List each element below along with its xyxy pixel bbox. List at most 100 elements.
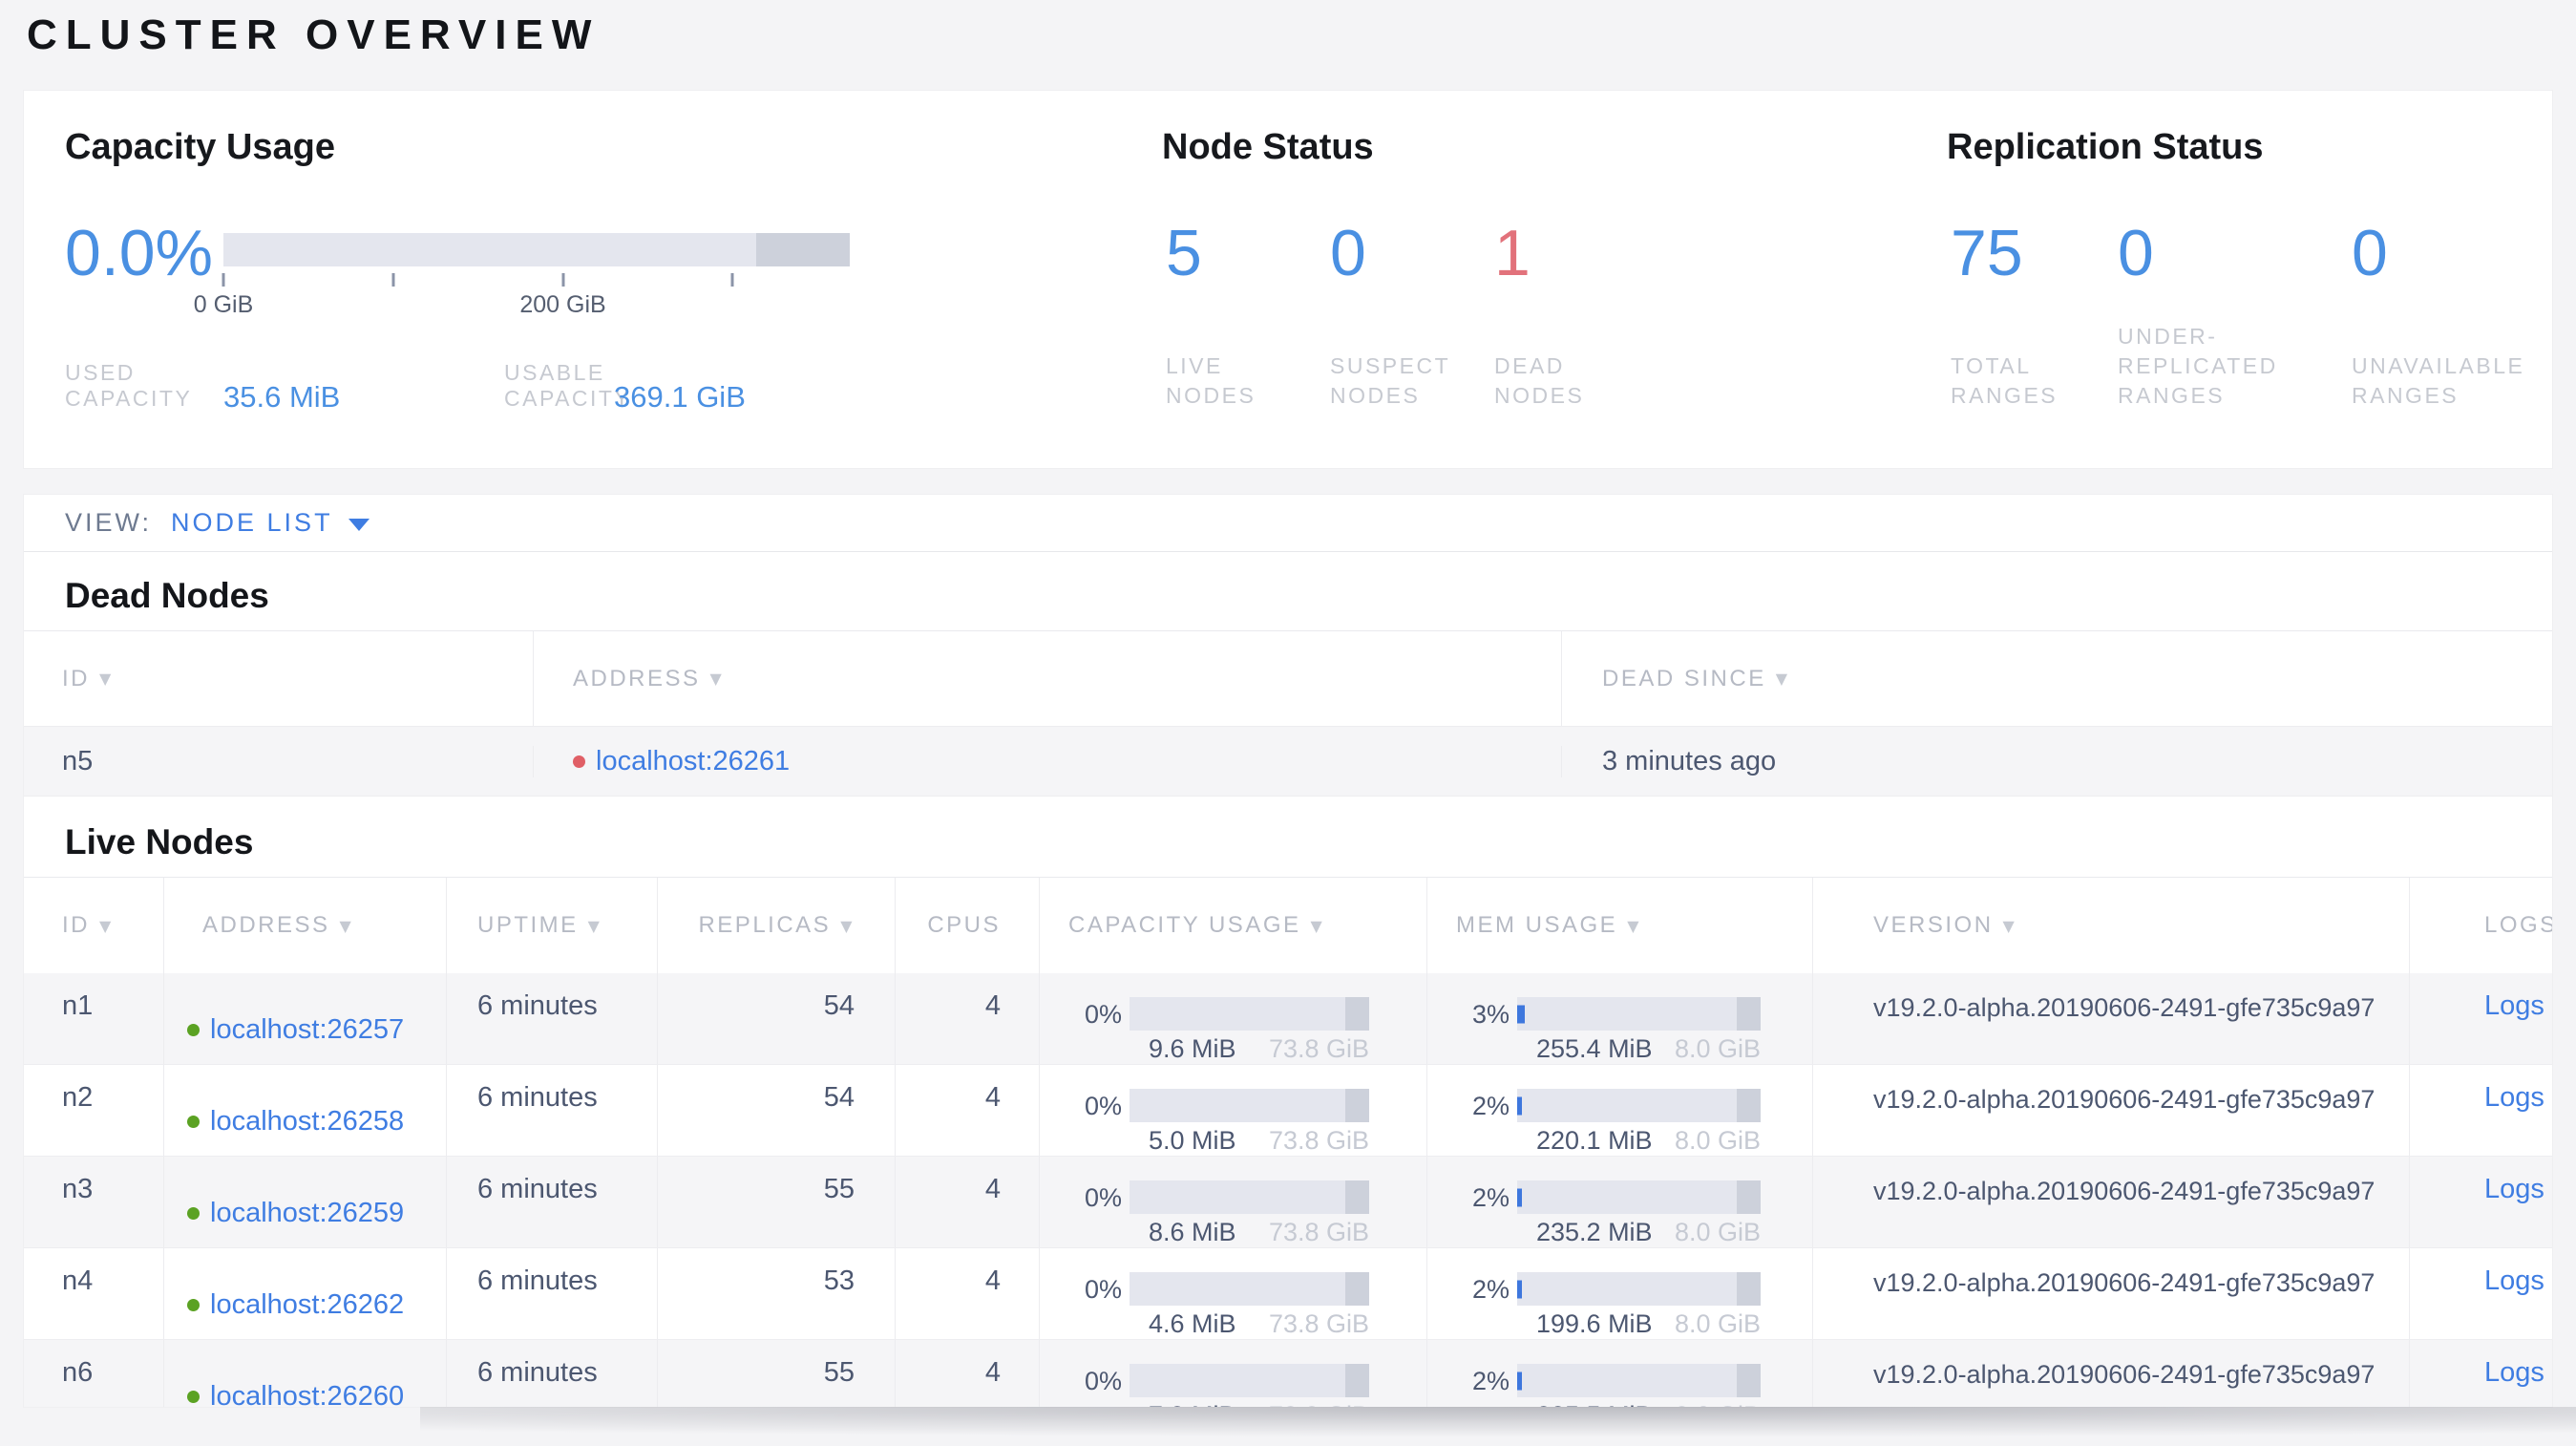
capacity-usage-title: Capacity Usage xyxy=(65,127,336,167)
node-cpus: 4 xyxy=(895,1157,1039,1247)
node-address-link[interactable]: localhost:26261 xyxy=(596,746,790,777)
node-uptime: 6 minutes xyxy=(446,1157,657,1247)
node-cpus: 4 xyxy=(895,1248,1039,1339)
capacity-percent: 0% xyxy=(1084,1091,1122,1120)
mem-percent: 3% xyxy=(1471,999,1510,1029)
capacity-used-value: 5.0 MiB xyxy=(1149,1126,1236,1155)
node-version: v19.2.0-alpha.20190606-2491-gfe735c9a97 xyxy=(1812,1340,2409,1407)
sort-arrow-icon: ▼ xyxy=(587,916,602,935)
node-address-link[interactable]: localhost:26259 xyxy=(210,1199,404,1227)
capacity-bar-other-segment xyxy=(1344,1272,1369,1306)
column-header-logs: LOGS xyxy=(2409,878,2552,973)
mem-percent: 2% xyxy=(1471,1366,1510,1395)
node-id: n2 xyxy=(62,1082,94,1113)
node-address-link[interactable]: localhost:26258 xyxy=(210,1107,404,1136)
view-dropdown[interactable]: NODE LIST xyxy=(171,508,333,538)
live-nodes-count: 5 xyxy=(1166,217,1202,289)
dead-nodes-table: ID ▼ ADDRESS ▼ DEAD SINCE ▼ n5 localhost:26… xyxy=(24,630,2552,797)
sort-arrow-icon: ▼ xyxy=(709,670,725,688)
dead-nodes-table-header: ID ▼ ADDRESS ▼ DEAD SINCE ▼ xyxy=(24,630,2552,726)
column-header-id[interactable]: ID ▼ xyxy=(24,878,163,973)
node-uptime: 6 minutes xyxy=(446,1065,657,1156)
node-id: n6 xyxy=(62,1357,94,1388)
logs-link[interactable]: Logs xyxy=(2484,1082,2544,1113)
table-row: n2 localhost:26258 6 minutes 54 4 0% 5.0… xyxy=(24,1065,2552,1157)
mem-used-value: 220.1 MiB xyxy=(1536,1126,1653,1155)
node-live-dot xyxy=(187,1115,200,1128)
column-header-dead-since[interactable]: DEAD SINCE ▼ xyxy=(1561,631,2552,726)
logs-cell: Logs xyxy=(2409,1157,2552,1247)
capacity-bar xyxy=(1130,1272,1369,1306)
node-address-cell: localhost:26259 xyxy=(163,1157,446,1247)
column-header-capacity-usage[interactable]: CAPACITY USAGE ▼ xyxy=(1039,878,1426,973)
column-header-mem-usage[interactable]: MEM USAGE ▼ xyxy=(1426,878,1812,973)
total-ranges-count: 75 xyxy=(1951,217,2023,289)
node-id: n4 xyxy=(62,1265,94,1296)
node-address-link[interactable]: localhost:26262 xyxy=(210,1290,404,1319)
node-id: n5 xyxy=(62,745,94,776)
chevron-down-icon[interactable] xyxy=(348,519,370,531)
node-id: n1 xyxy=(62,990,94,1021)
capacity-used-value: 7.8 MiB xyxy=(1149,1401,1236,1407)
mem-percent: 2% xyxy=(1471,1274,1510,1304)
table-row: n3 localhost:26259 6 minutes 55 4 0% 8.6… xyxy=(24,1157,2552,1248)
node-replicas: 55 xyxy=(657,1340,895,1407)
unavailable-ranges-label: UNAVAILABLE RANGES xyxy=(2352,353,2525,408)
logs-link[interactable]: Logs xyxy=(2484,1265,2544,1296)
logs-link[interactable]: Logs xyxy=(2484,990,2544,1021)
mem-bar-other-segment xyxy=(1736,1089,1761,1122)
dead-since-value: 3 minutes ago xyxy=(1561,745,2552,777)
node-mem-usage-cell: 2% 220.1 MiB 8.0 GiB xyxy=(1426,1065,1812,1156)
capacity-bar-other-segment xyxy=(1344,1364,1369,1397)
column-header-version[interactable]: VERSION ▼ xyxy=(1812,878,2409,973)
capacity-bar-other-segment xyxy=(1344,1089,1369,1122)
node-mem-usage-cell: 3% 255.4 MiB 8.0 GiB xyxy=(1426,973,1812,1064)
mem-bar-other-segment xyxy=(1736,1180,1761,1214)
capacity-used-value: 8.6 MiB xyxy=(1149,1218,1236,1246)
logs-cell: Logs xyxy=(2409,1340,2552,1407)
node-replicas: 53 xyxy=(657,1248,895,1339)
column-header-cpus: CPUS xyxy=(895,878,1039,973)
column-header-address[interactable]: ADDRESS ▼ xyxy=(163,878,446,973)
mem-bar xyxy=(1517,1364,1761,1397)
node-mem-usage-cell: 2% 225.5 MiB 8.0 GiB xyxy=(1426,1340,1812,1407)
table-row: n6 localhost:26260 6 minutes 55 4 0% 7.8… xyxy=(24,1340,2552,1407)
logs-link[interactable]: Logs xyxy=(2484,1174,2544,1204)
node-address-cell: localhost:26258 xyxy=(163,1065,446,1156)
column-header-replicas[interactable]: REPLICAS ▼ xyxy=(657,878,895,973)
dead-nodes-heading: Dead Nodes xyxy=(65,576,269,615)
usable-capacity-value: 369.1 GiB xyxy=(614,380,746,414)
capacity-total-value: 73.8 GiB xyxy=(1268,1126,1369,1155)
capacity-bar xyxy=(1130,1180,1369,1214)
node-version: v19.2.0-alpha.20190606-2491-gfe735c9a97 xyxy=(1812,1157,2409,1247)
mem-used-value: 199.6 MiB xyxy=(1536,1309,1653,1338)
suspect-nodes-count: 0 xyxy=(1330,217,1366,289)
node-address-link[interactable]: localhost:26257 xyxy=(210,1015,404,1044)
mem-bar xyxy=(1517,1089,1761,1122)
column-header-address[interactable]: ADDRESS ▼ xyxy=(533,631,1561,726)
live-nodes-label: LIVE NODES xyxy=(1166,353,1256,408)
node-address-link[interactable]: localhost:26260 xyxy=(210,1382,404,1407)
column-header-uptime[interactable]: UPTIME ▼ xyxy=(446,878,657,973)
node-capacity-usage-cell: 0% 7.8 MiB 73.8 GiB xyxy=(1039,1340,1426,1407)
node-address-cell: localhost:26260 xyxy=(163,1340,446,1407)
capacity-used-value: 4.6 MiB xyxy=(1149,1309,1236,1338)
mem-percent: 2% xyxy=(1471,1091,1510,1120)
capacity-bar-other-segment xyxy=(1344,997,1369,1031)
table-row: n4 localhost:26262 6 minutes 53 4 0% 4.6… xyxy=(24,1248,2552,1340)
capacity-percent-value: 0.0% xyxy=(65,217,213,289)
column-header-id[interactable]: ID ▼ xyxy=(24,631,533,726)
node-uptime: 6 minutes xyxy=(446,1340,657,1407)
node-cpus: 4 xyxy=(895,973,1039,1064)
mem-bar-used-segment xyxy=(1517,1188,1523,1206)
node-replicas: 54 xyxy=(657,1065,895,1156)
sort-arrow-icon: ▼ xyxy=(339,916,354,935)
node-version: v19.2.0-alpha.20190606-2491-gfe735c9a97 xyxy=(1812,1248,2409,1339)
total-ranges-stat: 75 TOTAL RANGES xyxy=(1951,221,2118,411)
replication-status-stats: 75 TOTAL RANGES 0 UNDER-REPLICATED RANGE… xyxy=(1951,221,2555,411)
logs-cell: Logs xyxy=(2409,1065,2552,1156)
usable-capacity-label: USABLE CAPACITY xyxy=(504,360,632,411)
node-uptime: 6 minutes xyxy=(446,973,657,1064)
mem-used-value: 235.2 MiB xyxy=(1536,1218,1653,1246)
logs-link[interactable]: Logs xyxy=(2484,1357,2544,1388)
